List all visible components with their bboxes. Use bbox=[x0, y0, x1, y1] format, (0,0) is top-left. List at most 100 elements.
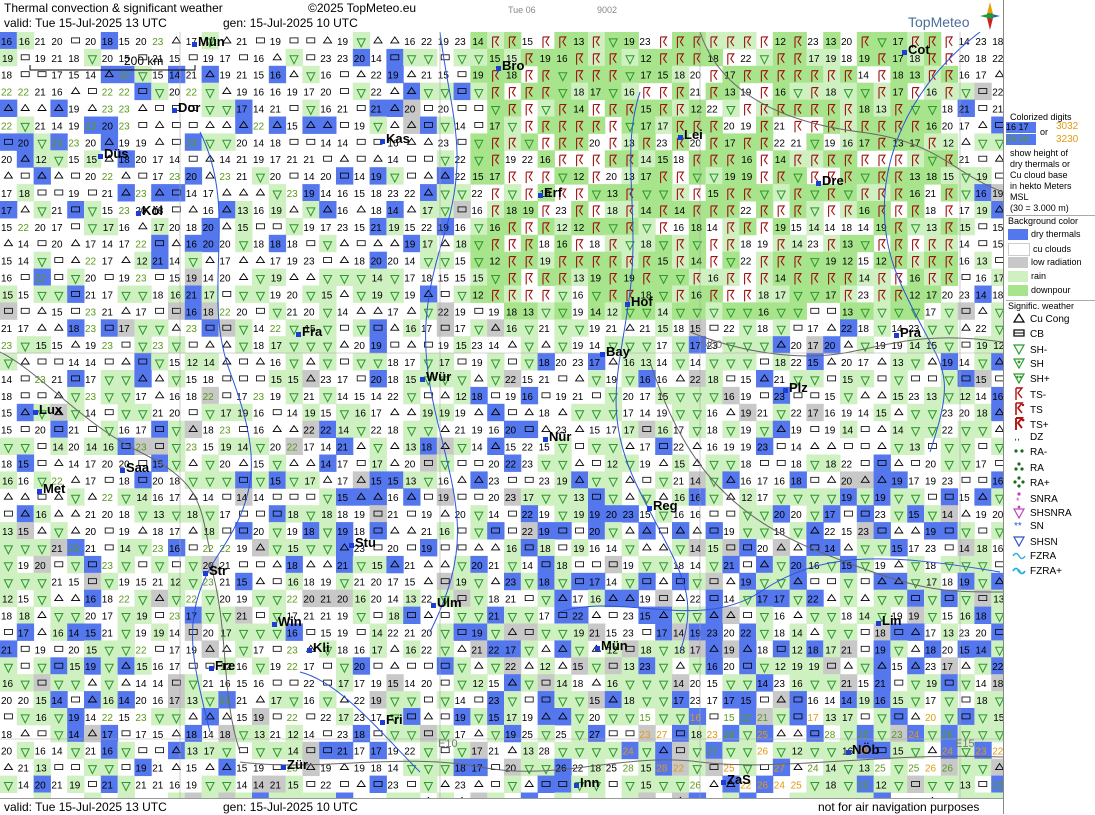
svg-text:24: 24 bbox=[623, 747, 635, 758]
grid-label-n50: N50 bbox=[702, 339, 723, 351]
svg-text:13: 13 bbox=[926, 223, 938, 234]
legend-wx-label: SHSN bbox=[1030, 537, 1058, 549]
svg-text:18: 18 bbox=[992, 37, 1003, 48]
legend-wx-item: TS+ bbox=[1008, 416, 1049, 431]
svg-text:22: 22 bbox=[572, 612, 584, 623]
svg-text:20: 20 bbox=[102, 121, 114, 132]
svg-text:20: 20 bbox=[287, 290, 299, 301]
svg-text:16: 16 bbox=[355, 595, 367, 606]
svg-text:19: 19 bbox=[825, 54, 837, 65]
svg-text:15: 15 bbox=[186, 764, 198, 775]
svg-text:19: 19 bbox=[992, 189, 1003, 200]
svg-text:18: 18 bbox=[807, 645, 819, 656]
svg-text:15: 15 bbox=[639, 612, 651, 623]
svg-text:22: 22 bbox=[1, 88, 13, 99]
legend-wx-item: ,, DZ bbox=[1008, 431, 1043, 445]
svg-text:14: 14 bbox=[673, 679, 685, 690]
svg-text:15: 15 bbox=[657, 71, 669, 82]
svg-text:17: 17 bbox=[775, 290, 787, 301]
svg-text:15: 15 bbox=[690, 324, 702, 335]
svg-text:21: 21 bbox=[186, 290, 198, 301]
rain-heavy-icon bbox=[1008, 476, 1030, 491]
svg-text:14: 14 bbox=[237, 443, 249, 454]
city-label: Düs bbox=[104, 146, 129, 161]
svg-text:20: 20 bbox=[102, 510, 114, 521]
svg-text:20: 20 bbox=[1, 155, 13, 166]
svg-text:17: 17 bbox=[925, 696, 937, 707]
svg-text:15: 15 bbox=[404, 578, 416, 589]
topmeteo-logo[interactable]: TopMeteo bbox=[908, 2, 1002, 32]
svg-text:15: 15 bbox=[354, 392, 366, 403]
svg-text:15: 15 bbox=[572, 662, 584, 673]
svg-text:15: 15 bbox=[135, 578, 147, 589]
svg-text:19: 19 bbox=[573, 628, 585, 639]
svg-text:17: 17 bbox=[673, 696, 685, 707]
svg-text:14: 14 bbox=[135, 679, 147, 690]
legend-wx-item: CB bbox=[1008, 328, 1044, 342]
svg-text:19: 19 bbox=[656, 409, 668, 420]
svg-text:15: 15 bbox=[68, 578, 80, 589]
svg-text:18: 18 bbox=[337, 645, 349, 656]
svg-text:20: 20 bbox=[488, 459, 500, 470]
svg-text:21: 21 bbox=[723, 561, 735, 572]
city-marker bbox=[37, 489, 42, 494]
svg-text:23: 23 bbox=[975, 37, 987, 48]
svg-text:24: 24 bbox=[774, 781, 786, 792]
svg-text:19: 19 bbox=[135, 138, 147, 149]
svg-text:16: 16 bbox=[288, 578, 300, 589]
svg-text:17: 17 bbox=[807, 713, 819, 724]
svg-text:20: 20 bbox=[942, 290, 954, 301]
svg-text:16: 16 bbox=[959, 257, 971, 268]
svg-text:14: 14 bbox=[975, 679, 987, 690]
svg-text:16: 16 bbox=[169, 392, 181, 403]
svg-text:23: 23 bbox=[774, 679, 786, 690]
svg-text:16: 16 bbox=[337, 206, 349, 217]
svg-text:15: 15 bbox=[136, 662, 148, 673]
city-marker bbox=[816, 181, 821, 186]
svg-text:20: 20 bbox=[337, 595, 349, 606]
svg-text:21: 21 bbox=[219, 578, 231, 589]
svg-text:16: 16 bbox=[103, 443, 115, 454]
svg-text:16: 16 bbox=[1, 37, 13, 48]
svg-text:17: 17 bbox=[303, 443, 315, 454]
svg-text:22: 22 bbox=[942, 426, 954, 437]
svg-text:16: 16 bbox=[152, 493, 164, 504]
svg-text:22: 22 bbox=[505, 459, 517, 470]
svg-text:15: 15 bbox=[892, 696, 904, 707]
city-marker bbox=[625, 302, 630, 307]
svg-text:15: 15 bbox=[119, 713, 131, 724]
city-label: Bay bbox=[606, 344, 630, 359]
svg-text:17: 17 bbox=[18, 628, 30, 639]
svg-text:20: 20 bbox=[85, 612, 97, 623]
svg-text:18: 18 bbox=[976, 409, 988, 420]
svg-text:14: 14 bbox=[253, 781, 265, 792]
svg-text:22: 22 bbox=[992, 54, 1003, 65]
svg-text:20: 20 bbox=[690, 71, 702, 82]
svg-text:18: 18 bbox=[455, 764, 467, 775]
svg-text:17: 17 bbox=[807, 341, 819, 352]
svg-text:13: 13 bbox=[909, 71, 921, 82]
svg-text:23: 23 bbox=[925, 662, 937, 673]
svg-text:18: 18 bbox=[640, 240, 652, 251]
svg-text:17: 17 bbox=[505, 645, 517, 656]
legend-bg-item: rain bbox=[1008, 271, 1046, 285]
weather-map[interactable]: 16 16 21 20 20 18 15 20 23 17 21 19 19 16 22 19 23 14 15 13… bbox=[0, 32, 1003, 798]
svg-text:16: 16 bbox=[556, 54, 568, 65]
svg-text:18: 18 bbox=[387, 375, 399, 386]
svg-text:16: 16 bbox=[489, 223, 501, 234]
svg-text:17: 17 bbox=[152, 172, 164, 183]
svg-text:19: 19 bbox=[740, 426, 752, 437]
svg-text:19: 19 bbox=[841, 493, 853, 504]
city-marker bbox=[192, 42, 197, 47]
svg-text:16: 16 bbox=[354, 645, 366, 656]
svg-text:16: 16 bbox=[807, 696, 819, 707]
city-marker bbox=[595, 646, 600, 651]
svg-text:17: 17 bbox=[422, 206, 434, 217]
svg-text:14: 14 bbox=[236, 781, 248, 792]
svg-text:23: 23 bbox=[639, 662, 651, 673]
svg-text:18: 18 bbox=[925, 206, 937, 217]
svg-text:17: 17 bbox=[623, 409, 635, 420]
svg-text:18: 18 bbox=[68, 54, 80, 65]
svg-text:14: 14 bbox=[657, 307, 669, 318]
svg-text:22: 22 bbox=[824, 527, 836, 538]
